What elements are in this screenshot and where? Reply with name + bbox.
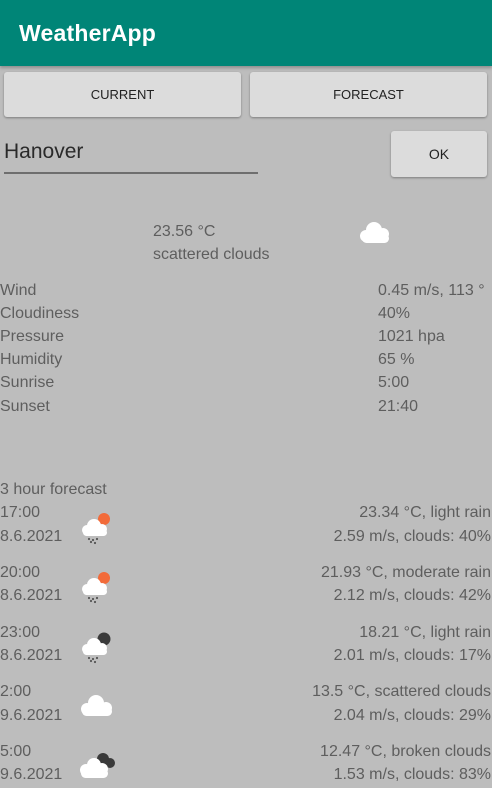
- detail-value-humidity: 65 %: [378, 351, 415, 368]
- detail-value-pressure: 1021 hpa: [378, 328, 445, 345]
- detail-value-cloudiness: 40%: [378, 305, 411, 322]
- detail-label-wind: Wind: [0, 282, 37, 299]
- forecast-time: 20:00: [0, 564, 41, 581]
- forecast-tab-button[interactable]: FORECAST: [250, 72, 487, 117]
- forecast-date: 8.6.2021: [0, 528, 63, 545]
- cloud-icon: [81, 695, 112, 716]
- forecast-wind-clouds: 2.04 m/s, clouds: 29%: [333, 707, 491, 724]
- forecast-title: 3 hour forecast: [0, 481, 107, 498]
- forecast-time: 23:00: [0, 624, 41, 641]
- forecast-date: 8.6.2021: [0, 587, 63, 604]
- forecast-time: 2:00: [0, 683, 32, 700]
- forecast-summary: 21.93 °C, moderate rain: [320, 564, 491, 581]
- dark-rain-cloud-icon: [82, 632, 111, 664]
- detail-value-sunrise: 5:00: [378, 374, 410, 391]
- cloud-icon: [360, 222, 389, 243]
- sun-rain-cloud-icon: [82, 572, 110, 604]
- forecast-wind-clouds: 2.01 m/s, clouds: 17%: [333, 647, 491, 664]
- app-title: WeatherApp: [19, 20, 157, 46]
- forecast-time: 17:00: [0, 504, 41, 521]
- current-tab-button[interactable]: CURRENT: [4, 72, 241, 117]
- broken-clouds-icon: [80, 753, 115, 778]
- app-bar: WeatherApp: [0, 0, 492, 66]
- forecast-summary: 18.21 °C, light rain: [359, 624, 491, 641]
- forecast-date: 8.6.2021: [0, 647, 63, 664]
- detail-value-sunset: 21:40: [378, 398, 419, 415]
- current-description: scattered clouds: [153, 246, 270, 263]
- forecast-date: 9.6.2021: [0, 766, 63, 783]
- current-temperature: 23.56 °C: [153, 223, 216, 240]
- forecast-wind-clouds: 2.12 m/s, clouds: 42%: [333, 587, 491, 604]
- detail-value-wind: 0.45 m/s, 113 °: [378, 282, 485, 299]
- forecast-wind-clouds: 2.59 m/s, clouds: 40%: [333, 528, 491, 545]
- detail-label-sunset: Sunset: [0, 398, 50, 415]
- forecast-time: 5:00: [0, 743, 32, 760]
- sun-rain-cloud-icon: [82, 513, 110, 545]
- city-input[interactable]: Hanover: [4, 140, 258, 174]
- forecast-summary: 23.34 °C, light rain: [359, 504, 491, 521]
- forecast-summary: 12.47 °C, broken clouds: [320, 743, 491, 760]
- ok-button[interactable]: OK: [391, 131, 487, 177]
- forecast-date: 9.6.2021: [0, 707, 63, 724]
- detail-label-sunrise: Sunrise: [0, 374, 55, 391]
- detail-label-humidity: Humidity: [0, 351, 63, 368]
- forecast-wind-clouds: 1.53 m/s, clouds: 83%: [333, 766, 491, 783]
- detail-label-cloudiness: Cloudiness: [0, 305, 80, 322]
- forecast-summary: 13.5 °C, scattered clouds: [312, 683, 491, 700]
- detail-label-pressure: Pressure: [0, 328, 65, 345]
